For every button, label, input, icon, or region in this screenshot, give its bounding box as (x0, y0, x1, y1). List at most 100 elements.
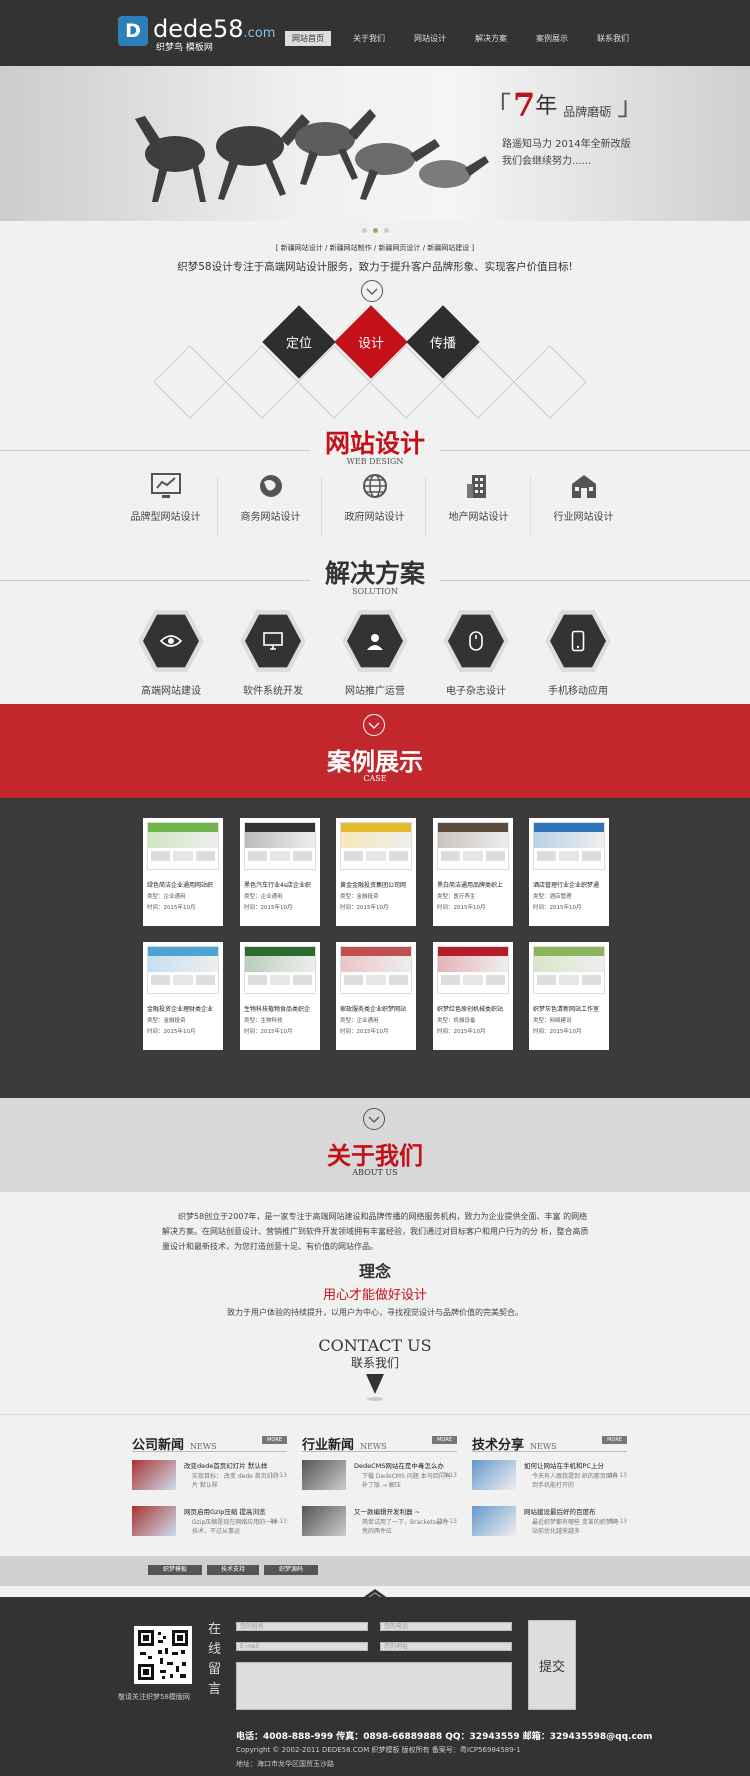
nav-item[interactable]: 联系我们 (590, 31, 636, 46)
step-label: 传播 (429, 336, 457, 352)
scroll-down-icon[interactable] (361, 280, 383, 302)
news-thumbnail (132, 1460, 176, 1490)
news-column: 公司新闻 NEWS MORE 改变dede首页幻灯片 默认样实现目标： 改变 dede… (132, 1434, 287, 1544)
news-thumbnail (302, 1506, 346, 1536)
news-item-desc: 实现目标： 改变 dede 首页幻灯片 默认样 (192, 1473, 279, 1489)
case-card[interactable]: 黄金金融投资集团公司网 类型：金融投资 时间：2015年10月 (336, 818, 416, 926)
case-card[interactable]: 织梦灰色清新网站工作室 类型：网络建设 时间：2015年10月 (529, 942, 609, 1050)
logo[interactable]: D dede58.com 织梦鸟 模板网 (118, 14, 275, 53)
case-time: 时间：2015年10月 (147, 1029, 196, 1035)
case-card[interactable]: 黑色汽车行业4s店企业织 类型：企业通用 时间：2015年10月 (240, 818, 320, 926)
contact-en: CONTACT US (318, 1336, 432, 1355)
case-card[interactable]: 织梦红色原创机械类织站 类型：机械设备 时间：2015年10月 (433, 942, 513, 1050)
intro-text: 织梦58设计专注于高端网站设计服务，致力于提升客户品牌形象、实现客户价值目标! (177, 261, 573, 273)
more-button[interactable]: MORE (262, 1436, 287, 1444)
banner-tag: 品牌磨砺 (563, 105, 612, 119)
web-design-title: 网站设计 (310, 424, 440, 460)
case-type: 类型：金融投资 (340, 894, 379, 900)
web-design-item[interactable]: 地产网站设计 (426, 472, 531, 523)
solution-item[interactable]: 软件系统开发 (228, 608, 318, 697)
logo-text: dede58 (153, 14, 244, 43)
more-button[interactable]: MORE (432, 1436, 457, 1444)
message-textarea[interactable] (236, 1662, 512, 1710)
chart-monitor-icon (113, 472, 218, 500)
divider (321, 476, 322, 536)
slider-dot[interactable] (384, 228, 389, 233)
friend-link[interactable]: 织梦源码 (264, 1565, 318, 1575)
friend-link[interactable]: 技术支持 (207, 1565, 259, 1575)
section-divider (0, 1414, 750, 1415)
footer-contact-line: 电话：4008-888-999 传真：0898-66889888 QQ：3294… (236, 1732, 653, 1742)
web-design-item[interactable]: 商务网站设计 (218, 472, 323, 523)
news-header: 公司新闻 NEWS MORE (132, 1434, 287, 1453)
nav-item[interactable]: 案例展示 (529, 31, 575, 46)
arrow-down-icon (366, 1374, 384, 1401)
case-card[interactable]: 黑白简洁通用品牌类织上 类型：医疗养生 时间：2015年10月 (433, 818, 513, 926)
friend-link[interactable]: 织梦模板 (148, 1565, 202, 1575)
footer-address: 地址：海口市龙华区国贸玉沙路 (236, 1760, 334, 1768)
news-item-desc: 今天有人跟我提到 织的那页面有到手机能打开的 (532, 1473, 618, 1489)
back-to-top-icon[interactable] (361, 1589, 389, 1599)
news-item-title[interactable]: 网站建设最后好的百度布 (524, 1506, 596, 1516)
solution-item[interactable]: 高端网站建设 (126, 608, 216, 697)
step-label: 定位 (285, 336, 313, 352)
news-item-title[interactable]: 如何让网站在手机和PC上分 (524, 1460, 604, 1470)
case-card[interactable]: 酒店管理行业企业织梦通 类型：酒店管理 时间：2015年10月 (529, 818, 609, 926)
news-item[interactable]: 如何让网站在手机和PC上分 今天有人跟我提到 织的那页面有到手机能打开的 10-13 (472, 1460, 627, 1498)
news-item-title[interactable]: 网页启用Gzip压缩 提高浏览 (184, 1506, 265, 1516)
case-title: 酒店管理行业企业织梦通 (533, 882, 600, 889)
news-thumbnail (472, 1506, 516, 1536)
solution-item[interactable]: 手机移动应用 (533, 608, 623, 697)
web-design-item[interactable]: 政府网站设计 (322, 472, 427, 523)
step-label: 设计 (357, 336, 385, 352)
web-design-item[interactable]: 品牌型网站设计 (113, 472, 218, 523)
address-field[interactable]: 您的地址 (380, 1642, 512, 1651)
news-item[interactable]: DedeCMS网站在是中毒怎么办 下载 DedeCMS 问题 本马回门有补丁版 →… (302, 1460, 457, 1498)
case-time: 时间：2015年10月 (533, 1029, 582, 1035)
case-time: 时间：2015年10月 (147, 905, 196, 911)
case-title: 织梦灰色清新网站工作室 (533, 1006, 600, 1013)
nav-item[interactable]: 网站设计 (407, 31, 453, 46)
chevron-down-icon[interactable] (363, 714, 385, 736)
news-item[interactable]: 网站建设最后好的百度布 最近织梦都有哪些 变革的织梦网站前优化越来越多 10-13 (472, 1506, 627, 1544)
news-item[interactable]: 改变dede首页幻灯片 默认样 实现目标： 改变 dede 首页幻灯片 默认样 10… (132, 1460, 287, 1498)
solution-item[interactable]: 网站推广运营 (330, 608, 420, 697)
nav-item[interactable]: 关于我们 (346, 31, 392, 46)
news-item-title[interactable]: 又一款编辑开发利器 ~ (354, 1506, 420, 1516)
hexagon (138, 608, 204, 674)
slider-dot[interactable] (362, 228, 367, 233)
email-field[interactable]: E-mail (236, 1642, 368, 1651)
case-card[interactable]: 金融投资企业理财类企业 类型：金融投资 时间：2015年10月 (143, 942, 223, 1050)
name-field[interactable]: 您的姓名 (236, 1622, 368, 1631)
logo-mark: D (118, 16, 148, 46)
solution-label: 手机移动应用 (548, 686, 608, 697)
case-card[interactable]: 生物科技植物食品类织企 类型：生物科技 时间：2015年10月 (240, 942, 320, 1050)
solution-title: 解决方案 (310, 554, 440, 590)
submit-button[interactable]: 提交 (528, 1620, 576, 1710)
news-item-title[interactable]: 改变dede首页幻灯片 默认样 (184, 1460, 267, 1470)
case-title: 金融投资企业理财类企业 (147, 1006, 214, 1013)
news-item-title[interactable]: DedeCMS网站在是中毒怎么办 (354, 1460, 444, 1470)
case-section-header: 案例展示 CASE (0, 704, 750, 798)
news-item[interactable]: 网页启用Gzip压缩 提高浏览 Gzip压缩是现在网络应用的一种技术，不过从事运 1… (132, 1506, 287, 1544)
nav-item[interactable]: 网站首页 (285, 31, 331, 46)
phone-field[interactable]: 您的电话 (380, 1622, 512, 1631)
slider-dot[interactable] (373, 228, 378, 233)
news-item[interactable]: 又一款编辑开发利器 ~ 简单试用了一下，Brackets最为亮的两件应 10-13 (302, 1506, 457, 1544)
banner-line2: 我们会继续努力...... (502, 156, 592, 167)
nav-item[interactable]: 解决方案 (468, 31, 514, 46)
case-grid: 绿色简洁企业通用网站织 类型：企业通用 时间：2015年10月 黑色汽车行业4s店企业… (0, 798, 750, 1098)
case-title: 织梦红色原创机械类织站 (437, 1006, 504, 1013)
case-card[interactable]: 家政服务类企业织梦网站 类型：企业通用 时间：2015年10月 (336, 942, 416, 1050)
more-button[interactable]: MORE (602, 1436, 627, 1444)
main-nav: 网站首页 关于我们 网站设计 解决方案 案例展示 联系我们 (285, 31, 651, 46)
case-type: 类型：医疗养生 (437, 894, 476, 900)
banner-title: 「 7 年 品牌磨砺 」 (485, 86, 644, 124)
chevron-down-icon[interactable] (363, 1108, 385, 1130)
solution-item[interactable]: 电子杂志设计 (431, 608, 521, 697)
web-design-item[interactable]: 行业网站设计 (531, 472, 636, 523)
footer-copyright: Copyright © 2002-2011 DEDE58.COM 织梦模板 版权… (236, 1746, 521, 1754)
case-type: 类型：生物科技 (244, 1018, 283, 1024)
about-paragraph: 织梦58创立于2007年，是一家专注于高端网站建设和品牌传播的网络服务机构，致力… (162, 1212, 589, 1251)
case-card[interactable]: 绿色简洁企业通用网站织 类型：企业通用 时间：2015年10月 (143, 818, 223, 926)
